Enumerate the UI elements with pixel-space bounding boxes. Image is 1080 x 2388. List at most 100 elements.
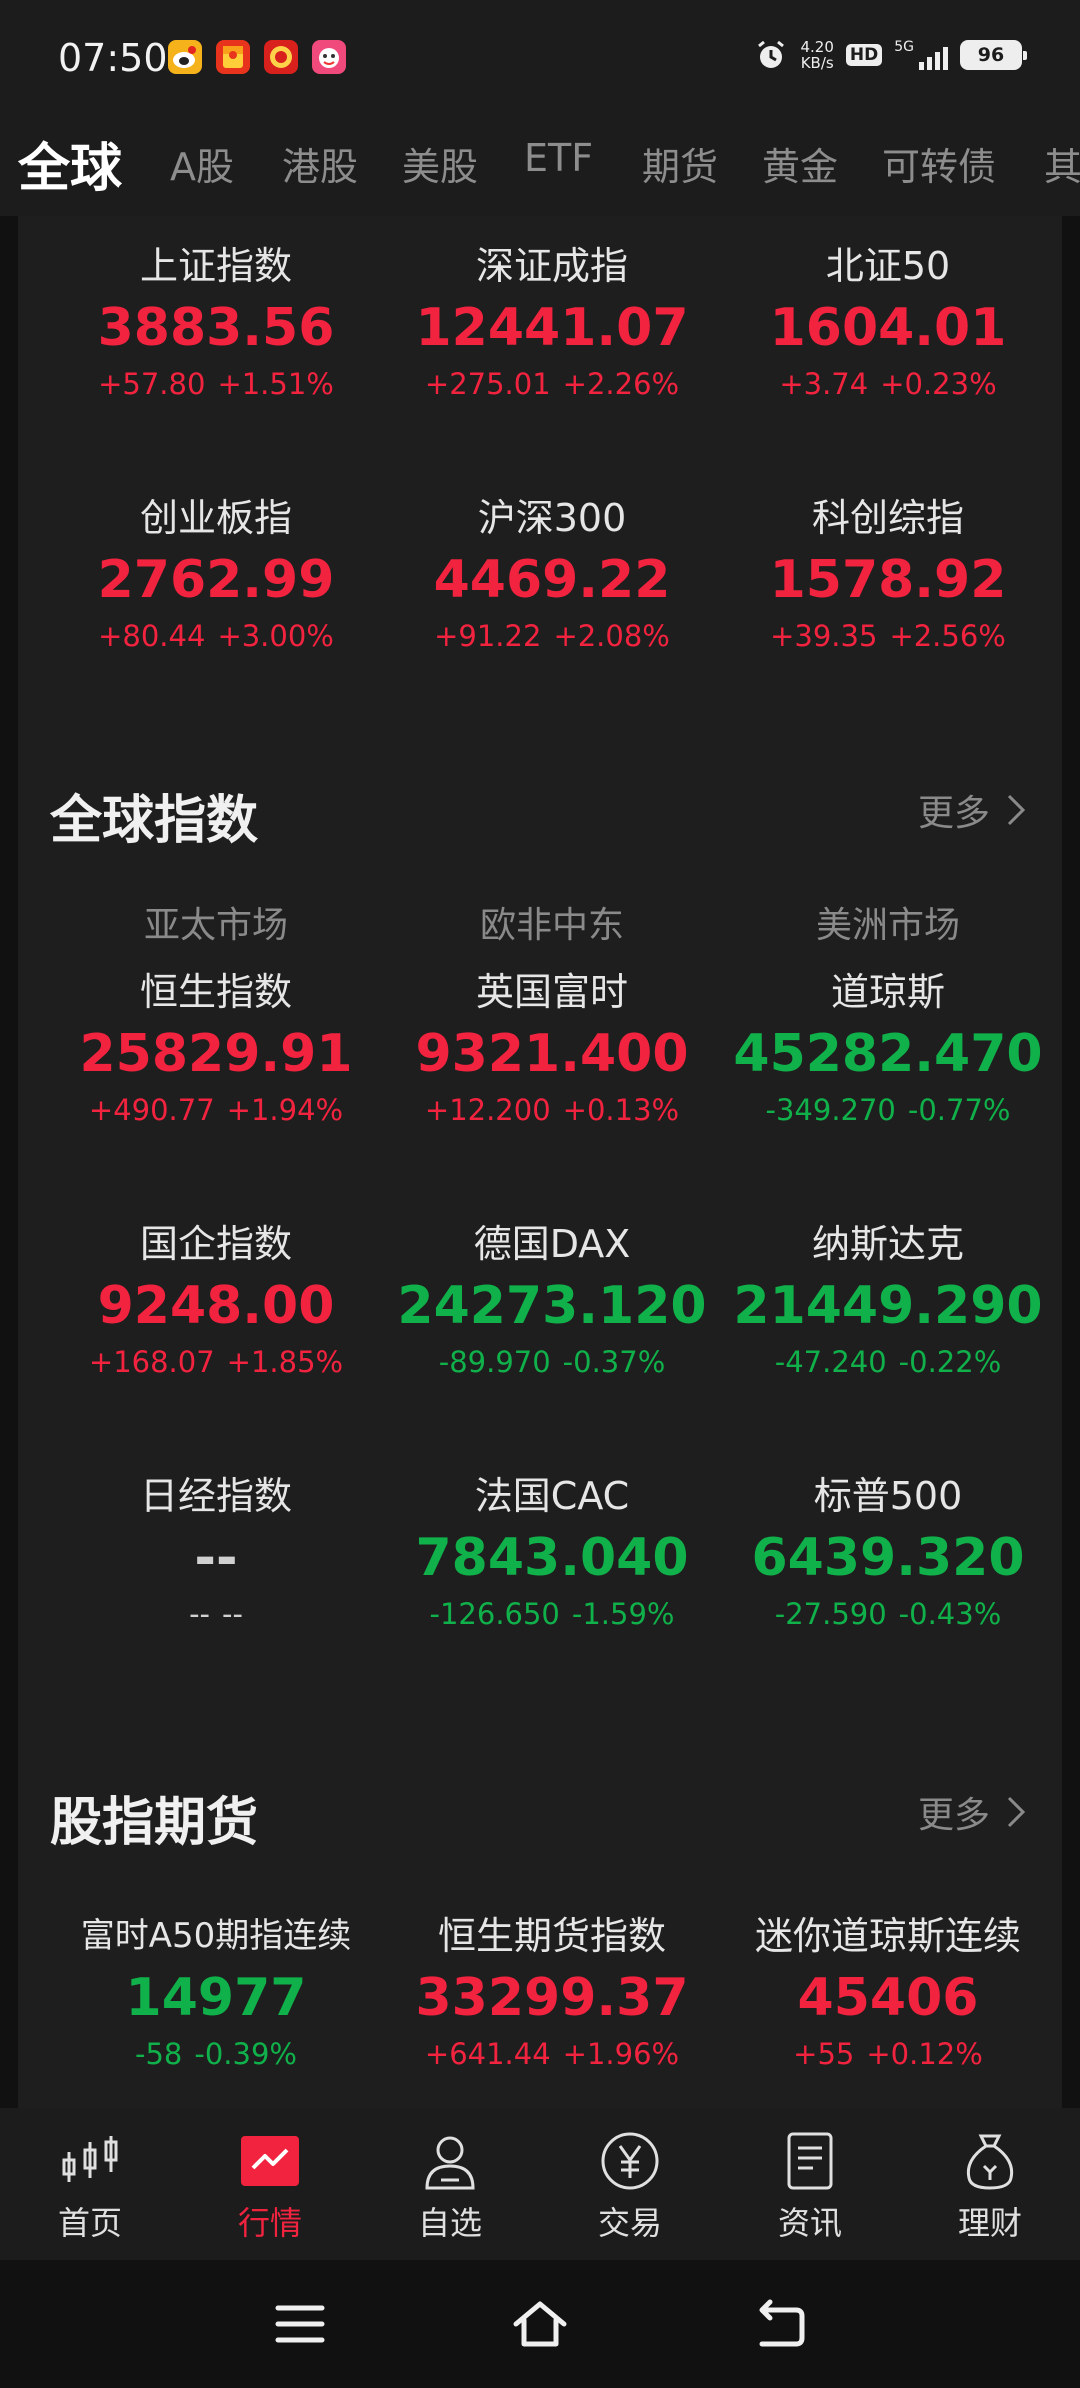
nav-news[interactable]: 资讯 (720, 2130, 900, 2244)
weibo-app-icon (168, 40, 202, 74)
index-quote-cell[interactable]: 英国富时 9321.400 +12.200 +0.13% (384, 966, 720, 1130)
index-quote-cell[interactable]: 纳斯达克 21449.290 -47.240 -0.22% (720, 1218, 1056, 1382)
nav-trade[interactable]: 交易 (540, 2130, 720, 2244)
index-quote-cell[interactable]: 创业板指 2762.99 +80.44 +3.00% (48, 492, 384, 656)
menu-icon[interactable] (272, 2298, 328, 2350)
index-quote-cell[interactable]: 日经指数 -- -- -- (48, 1470, 384, 1634)
index-change-value: -- (189, 1597, 210, 1631)
index-price: -- (194, 1528, 238, 1588)
index-change: +168.07 +1.85% (48, 1342, 384, 1382)
index-change: +3.74 +0.23% (720, 364, 1056, 404)
index-change-percent: +1.85% (226, 1345, 344, 1379)
index-price: 1578.92 (769, 550, 1007, 610)
network-type: 5G (894, 39, 914, 55)
index-price: 2762.99 (97, 550, 335, 610)
nav-market-label: 行情 (237, 2204, 302, 2242)
index-price: 7843.040 (415, 1528, 689, 1588)
nav-market[interactable]: 行情 (180, 2130, 360, 2244)
yuan-icon (601, 2132, 659, 2190)
index-quote-cell[interactable]: 上证指数 3883.56 +57.80 +1.51% (48, 240, 384, 404)
index-quote-cell[interactable]: 深证成指 12441.07 +275.01 +2.26% (384, 240, 720, 404)
index-change-value: +275.01 (424, 367, 551, 401)
index-quote-cell[interactable]: 富时A50期指连续 14977 -58 -0.39% (48, 1910, 384, 2074)
tab-etf[interactable]: ETF (524, 136, 593, 180)
index-quote-cell[interactable]: 北证50 1604.01 +3.74 +0.23% (720, 240, 1056, 404)
index-price: 9321.400 (415, 1024, 689, 1084)
index-name: 沪深300 (477, 496, 627, 540)
status-bar: 07:50 4.20 KB/s HD 5G 96 (0, 0, 1080, 116)
tab-convertible-bonds[interactable]: 可转债 (882, 136, 996, 191)
index-price: 4469.22 (433, 550, 671, 610)
index-change-value: +55 (793, 2037, 855, 2071)
person-icon (425, 2136, 475, 2190)
index-name: 纳斯达克 (811, 1222, 964, 1266)
index-price: 1604.01 (769, 298, 1007, 358)
index-change: -27.590 -0.43% (720, 1594, 1056, 1634)
index-quote-cell[interactable]: 道琼斯 45282.470 -349.270 -0.77% (720, 966, 1056, 1130)
index-quote-cell[interactable]: 迷你道琼斯连续 45406 +55 +0.12% (720, 1910, 1056, 2074)
tab-futures[interactable]: 期货 (642, 136, 718, 191)
index-quote-cell[interactable]: 法国CAC 7843.040 -126.650 -1.59% (384, 1470, 720, 1634)
more-label: 更多 (917, 793, 990, 834)
candlestick-icon (62, 2136, 118, 2182)
index-price: 14977 (125, 1968, 307, 2028)
nav-wealth-label: 理财 (957, 2204, 1022, 2242)
battery-icon: 96 (960, 40, 1027, 70)
chevron-right-icon (1007, 794, 1026, 826)
index-change-percent: -0.77% (907, 1093, 1011, 1127)
index-name: 深证成指 (475, 244, 628, 288)
hd-voice-badge: HD (845, 44, 883, 66)
status-time: 07:50 (58, 36, 168, 80)
index-quote-cell[interactable]: 恒生指数 25829.91 +490.77 +1.94% (48, 966, 384, 1130)
index-name: 迷你道琼斯连续 (754, 1914, 1021, 1958)
tab-gold[interactable]: 黄金 (762, 136, 838, 191)
index-futures-more-link[interactable]: 更多 (918, 1786, 1026, 1838)
index-change-value: +57.80 (98, 367, 206, 401)
index-quote-cell[interactable]: 沪深300 4469.22 +91.22 +2.08% (384, 492, 720, 656)
system-navigation-bar (0, 2260, 1080, 2388)
index-change-percent: -0.37% (562, 1345, 666, 1379)
nav-watchlist-label: 自选 (417, 2204, 482, 2242)
index-change-value: +12.200 (424, 1093, 551, 1127)
more-label: 更多 (917, 1795, 990, 1836)
index-price: 33299.37 (415, 1968, 689, 2028)
index-change: +80.44 +3.00% (48, 616, 384, 656)
home-icon[interactable] (512, 2298, 568, 2350)
tab-a-shares[interactable]: A股 (170, 136, 234, 191)
index-change-value: +80.44 (98, 619, 206, 653)
index-change-value: +641.44 (424, 2037, 551, 2071)
index-change-percent: -0.39% (194, 2037, 297, 2071)
index-quote-cell[interactable]: 国企指数 9248.00 +168.07 +1.85% (48, 1218, 384, 1382)
index-change-value: -89.970 (438, 1345, 551, 1379)
tab-us-stocks[interactable]: 美股 (402, 136, 478, 191)
back-icon[interactable] (752, 2298, 808, 2350)
index-change-percent: -1.59% (571, 1597, 675, 1631)
market-chart-icon (241, 2136, 299, 2186)
index-futures-title: 股指期货 (50, 1793, 259, 1853)
index-change: +91.22 +2.08% (384, 616, 720, 656)
index-change-value: +490.77 (88, 1093, 215, 1127)
tab-global[interactable]: 全球 (18, 126, 122, 201)
index-quote-cell[interactable]: 德国DAX 24273.120 -89.970 -0.37% (384, 1218, 720, 1382)
global-indices-title: 全球指数 (50, 791, 259, 851)
index-price: 24273.120 (397, 1276, 707, 1336)
index-quote-cell[interactable]: 科创综指 1578.92 +39.35 +2.56% (720, 492, 1056, 656)
nav-news-label: 资讯 (777, 2204, 842, 2242)
index-change-percent: -0.22% (898, 1345, 1002, 1379)
index-quote-cell[interactable]: 恒生期货指数 33299.37 +641.44 +1.96% (384, 1910, 720, 2074)
index-quote-cell[interactable]: 标普500 6439.320 -27.590 -0.43% (720, 1470, 1056, 1634)
index-name: 恒生期货指数 (437, 1914, 666, 1958)
tab-hk-stocks[interactable]: 港股 (282, 136, 358, 191)
index-change: +57.80 +1.51% (48, 364, 384, 404)
nav-watchlist[interactable]: 自选 (360, 2130, 540, 2244)
index-change-value: -349.270 (765, 1093, 896, 1127)
tab-more[interactable]: 其 (1044, 136, 1080, 191)
nav-wealth[interactable]: 理财 (900, 2130, 1080, 2244)
nav-home[interactable]: 首页 (0, 2130, 180, 2244)
chevron-right-icon (1007, 1796, 1026, 1828)
index-futures-card: 股指期货 更多 富时A50期指连续 14977 -58 -0.39% 恒生期货指数 332… (18, 1744, 1062, 2108)
content-area[interactable]: 上证指数 3883.56 +57.80 +1.51% 深证成指 12441.07 +275.… (0, 216, 1080, 2108)
global-indices-more-link[interactable]: 更多 (918, 784, 1026, 836)
index-change-percent: -- (222, 1597, 243, 1631)
index-change-value: +3.74 (779, 367, 869, 401)
